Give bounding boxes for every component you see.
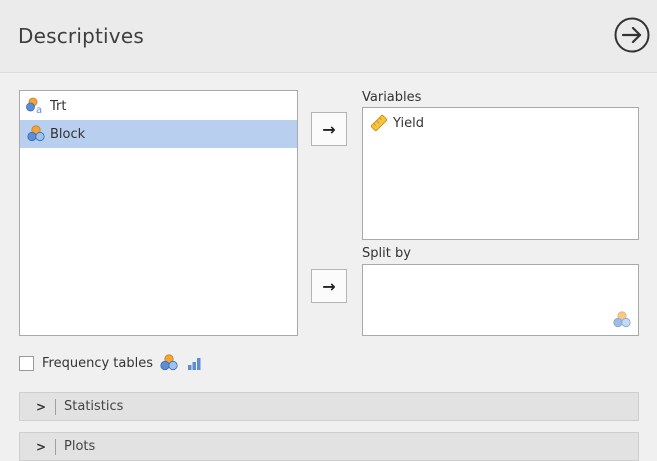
move-to-split-by-button[interactable]: → (311, 269, 347, 303)
continuous-variable-icon (369, 113, 389, 133)
divider (55, 438, 56, 455)
variables-label: Variables (362, 90, 422, 105)
frequency-tables-checkbox[interactable] (19, 355, 34, 371)
frequency-tables-option: Frequency tables (19, 353, 205, 373)
panel-header: Descriptives (0, 0, 657, 73)
section-label: Plots (64, 439, 96, 454)
run-button[interactable] (613, 16, 651, 54)
section-label: Statistics (64, 399, 124, 414)
move-to-variables-button[interactable]: → (311, 112, 347, 146)
source-variable-list[interactable]: a Trt Block (19, 90, 298, 336)
ordinal-variable-icon (185, 353, 205, 373)
svg-text:a: a (36, 105, 42, 116)
nominal-variable-icon (159, 353, 179, 373)
circle-arrow-right-icon (614, 17, 650, 53)
list-item-label: Block (50, 126, 86, 142)
list-item-label: Trt (50, 98, 67, 114)
statistics-section-header[interactable]: > Statistics (19, 392, 639, 421)
list-item-trt[interactable]: a Trt (20, 92, 297, 120)
chevron-right-icon: > (35, 399, 47, 414)
list-item-yield[interactable]: Yield (363, 109, 638, 137)
nominal-text-variable-icon: a (26, 96, 46, 116)
divider (55, 398, 56, 415)
frequency-tables-label: Frequency tables (42, 355, 153, 371)
variables-list[interactable]: Yield (362, 107, 639, 240)
split-by-list[interactable] (362, 264, 639, 336)
nominal-variable-icon (612, 310, 632, 330)
split-by-label: Split by (362, 246, 411, 261)
plots-section-header[interactable]: > Plots (19, 432, 639, 461)
chevron-right-icon: > (35, 439, 47, 454)
list-item-label: Yield (393, 115, 424, 131)
list-item-block[interactable]: Block (20, 120, 297, 148)
page-title: Descriptives (18, 24, 144, 48)
nominal-variable-icon (26, 124, 46, 144)
